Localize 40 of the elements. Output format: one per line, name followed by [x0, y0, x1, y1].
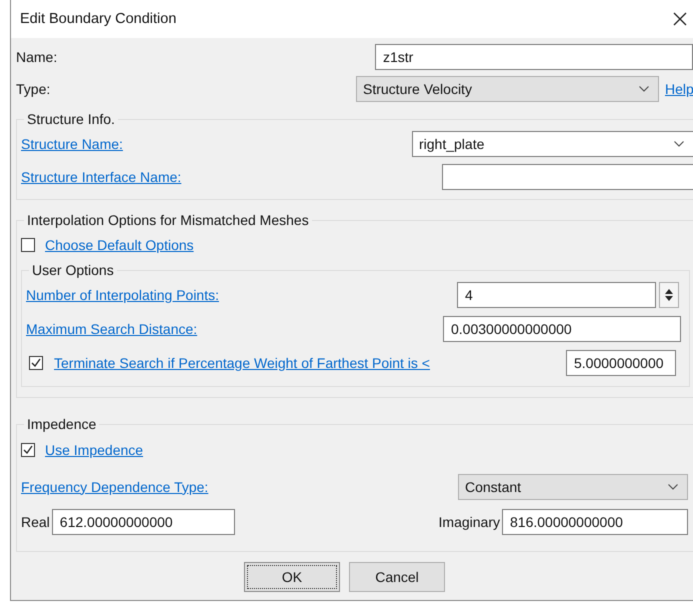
- cancel-button[interactable]: Cancel: [349, 562, 445, 592]
- percentage-field[interactable]: 5.0000000000: [566, 350, 676, 376]
- search-distance-link[interactable]: Maximum Search Distance:: [26, 321, 198, 337]
- use-impedence-link[interactable]: Use Impedence: [45, 442, 144, 458]
- ok-button[interactable]: OK: [244, 562, 340, 592]
- search-distance-field[interactable]: 0.00300000000000: [443, 316, 681, 342]
- help-link[interactable]: Help: [665, 80, 693, 96]
- structure-name-link[interactable]: Structure Name:: [21, 136, 123, 152]
- group-title: Interpolation Options for Mismatched Meshes: [26, 212, 310, 228]
- chevron-icon: [639, 86, 649, 92]
- down-arrow-icon[interactable]: [665, 296, 673, 301]
- group-title: User Options: [31, 262, 115, 278]
- interface-name-link[interactable]: Structure Interface Name:: [21, 168, 182, 184]
- checkbox[interactable]: [29, 356, 43, 370]
- frequency-type-link[interactable]: Frequency Dependence Type:: [21, 478, 208, 494]
- close-icon[interactable]: [673, 12, 687, 26]
- interface-name-field[interactable]: [442, 164, 693, 190]
- points-field[interactable]: 4: [457, 282, 656, 308]
- window-title: Edit Boundary Condition: [20, 11, 176, 27]
- real-field[interactable]: 612.00000000000: [52, 508, 235, 534]
- field-label: Name:: [16, 49, 58, 65]
- up-arrow-icon[interactable]: [665, 289, 673, 294]
- checkbox[interactable]: [21, 238, 35, 252]
- name-field[interactable]: z1str: [375, 44, 693, 70]
- chevron-icon: [674, 140, 684, 146]
- frequency-type-dropdown[interactable]: Constant: [458, 474, 688, 500]
- group-title: Impedence: [26, 416, 98, 432]
- field-label: Imaginary: [438, 514, 500, 530]
- terminate-search-link[interactable]: Terminate Search if Percentage Weight of Farthest Point is <: [54, 355, 430, 371]
- imaginary-field[interactable]: 816.00000000000: [502, 508, 688, 534]
- type-dropdown[interactable]: Structure Velocity: [356, 76, 659, 102]
- field-label: Real: [21, 514, 50, 530]
- interpolating-points-link[interactable]: Number of Interpolating Points:: [26, 287, 219, 303]
- field-label: Type:: [16, 80, 52, 96]
- spinner[interactable]: [659, 282, 679, 308]
- structure-name-dropdown[interactable]: right_plate: [412, 130, 693, 156]
- default-options-link[interactable]: Choose Default Options: [45, 237, 194, 253]
- group-title: Structure Info.: [26, 111, 116, 127]
- chevron-icon: [668, 484, 678, 490]
- checkbox[interactable]: [21, 442, 35, 456]
